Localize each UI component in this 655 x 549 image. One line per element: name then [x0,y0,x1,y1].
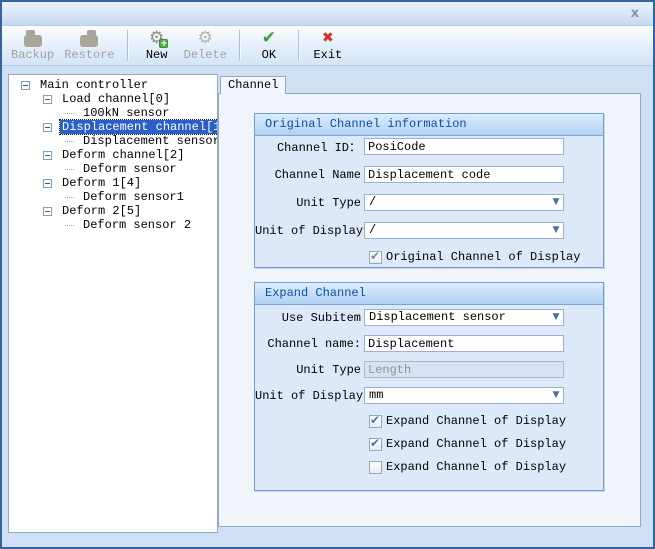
expand-unit-type-field [364,361,564,378]
new-button-label: New [146,48,168,62]
channel-config-dialog: x Backup Restore ⚙+ New ⚙ Delete ✔ OK [0,0,655,549]
collapse-icon[interactable] [43,95,52,104]
expand-unit-type-row: Unit Type [255,361,603,378]
original-channel-group-title: Original Channel information [255,114,603,136]
tab-channel[interactable]: Channel [220,76,286,94]
checkmark-icon: ✔ [370,436,380,450]
check-icon: ✔ [262,28,276,48]
unit-type-row: Unit Type / ▼ [255,194,603,211]
collapse-icon[interactable] [43,207,52,216]
restore-drive-icon [80,35,98,47]
title-bar: x [2,2,653,26]
exit-button[interactable]: ✖ Exit [306,26,350,65]
use-subitem-row: Use Subitem Displacement sensor ▼ [255,309,603,326]
tree-connector [65,169,74,170]
tree-item-deform-sensor-2[interactable]: Deform sensor 2 [9,218,217,232]
expand-display-checkbox-row-3: ✔ Expand Channel of Display [255,461,603,474]
expand-channel-group-title: Expand Channel [255,283,603,305]
channel-id-label: Channel ID： [255,138,361,155]
tree-item-deform-sensor[interactable]: Deform sensor [9,162,217,176]
original-display-checkbox[interactable]: ✔ [369,251,382,264]
exit-button-label: Exit [313,48,342,62]
unit-type-label: Unit Type [255,196,361,210]
original-channel-group: Original Channel information Channel ID：… [254,113,604,268]
tree-item-deform-sensor1[interactable]: Deform sensor1 [9,190,217,204]
new-button[interactable]: ⚙+ New [135,26,179,65]
toolbar-separator [298,30,299,61]
unit-of-display-select[interactable]: / ▼ [364,222,564,239]
tree-connector [65,141,74,142]
expand-display-checkbox-3[interactable]: ✔ [369,461,382,474]
toolbar-separator [239,30,240,61]
checkmark-icon: ✔ [370,249,380,263]
channel-name-row: Channel Name [255,166,603,183]
expand-display-checkbox-3-label: Expand Channel of Display [386,461,566,474]
channel-name-field[interactable] [364,166,564,183]
channel-id-field[interactable] [364,138,564,155]
checkmark-icon: ✔ [370,413,380,427]
tree-connector [65,113,74,114]
use-subitem-select[interactable]: Displacement sensor ▼ [364,309,564,326]
expand-display-checkbox-row-2: ✔ Expand Channel of Display [255,438,603,451]
collapse-icon[interactable] [43,123,52,132]
plus-badge-icon: + [159,39,168,48]
tab-channel-label: Channel [228,78,278,92]
tree-item-deform-1[interactable]: Deform 1[4] [9,176,217,190]
chevron-down-icon: ▼ [549,223,563,238]
ok-button[interactable]: ✔ OK [247,26,291,65]
expand-display-checkbox-row-1: ✔ Expand Channel of Display [255,415,603,428]
tree-item-100kn-sensor[interactable]: 100kN sensor [9,106,217,120]
unit-of-display-row: Unit of Display / ▼ [255,222,603,239]
use-subitem-label: Use Subitem [255,311,361,325]
backup-button-label: Backup [11,48,54,62]
tree-connector [65,197,74,198]
expand-display-checkbox-2-label: Expand Channel of Display [386,438,566,451]
tree-item-main-controller[interactable]: Main controller [9,78,217,92]
toolbar: Backup Restore ⚙+ New ⚙ Delete ✔ OK ✖ Ex… [2,26,653,66]
restore-button-label: Restore [64,48,114,62]
expand-display-checkbox-2[interactable]: ✔ [369,438,382,451]
tree-item-load-channel[interactable]: Load channel[0] [9,92,217,106]
gear-icon: ⚙ [198,29,213,47]
close-icon[interactable]: x [627,6,643,22]
unit-of-display-label: Unit of Display [255,224,361,238]
channel-id-row: Channel ID： [255,138,603,155]
expand-channel-group: Expand Channel Use Subitem Displacement … [254,282,604,491]
delete-button-label: Delete [184,48,227,62]
restore-button[interactable]: Restore [59,26,119,65]
expand-unit-display-row: Unit of Display mm ▼ [255,387,603,404]
channel-tab-panel: Original Channel information Channel ID：… [218,93,641,527]
tree-item-displacement-sensor[interactable]: Displacement sensor [9,134,217,148]
delete-button[interactable]: ⚙ Delete [179,26,232,65]
channel-tree: Main controller Load channel[0] 100kN se… [8,74,218,533]
tree-item-displacement-channel[interactable]: Displacement channel[1] [9,120,217,134]
expand-unit-display-select[interactable]: mm ▼ [364,387,564,404]
chevron-down-icon: ▼ [549,195,563,210]
ok-button-label: OK [262,48,276,62]
collapse-icon[interactable] [21,81,30,90]
chevron-down-icon: ▼ [549,310,563,325]
gear-plus-icon: ⚙+ [149,29,164,47]
channel-name-label: Channel Name [255,168,361,182]
unit-type-select[interactable]: / ▼ [364,194,564,211]
expand-channel-name-label: Channel name: [255,337,361,351]
collapse-icon[interactable] [43,151,52,160]
expand-channel-name-row: Channel name: [255,335,603,352]
original-display-checkbox-row: ✔ Original Channel of Display [255,251,603,264]
expand-display-checkbox-1-label: Expand Channel of Display [386,415,566,428]
expand-display-checkbox-1[interactable]: ✔ [369,415,382,428]
tree-item-deform-channel[interactable]: Deform channel[2] [9,148,217,162]
backup-drive-icon [24,35,42,47]
expand-channel-name-field[interactable] [364,335,564,352]
expand-unit-display-label: Unit of Display [255,389,361,403]
tree-item-deform-2[interactable]: Deform 2[5] [9,204,217,218]
original-display-checkbox-label: Original Channel of Display [386,251,580,264]
collapse-icon[interactable] [43,179,52,188]
tree-connector [65,225,74,226]
x-icon: ✖ [322,30,334,46]
expand-unit-type-label: Unit Type [255,363,361,377]
chevron-down-icon: ▼ [549,388,563,403]
toolbar-separator [127,30,128,61]
backup-button[interactable]: Backup [6,26,59,65]
